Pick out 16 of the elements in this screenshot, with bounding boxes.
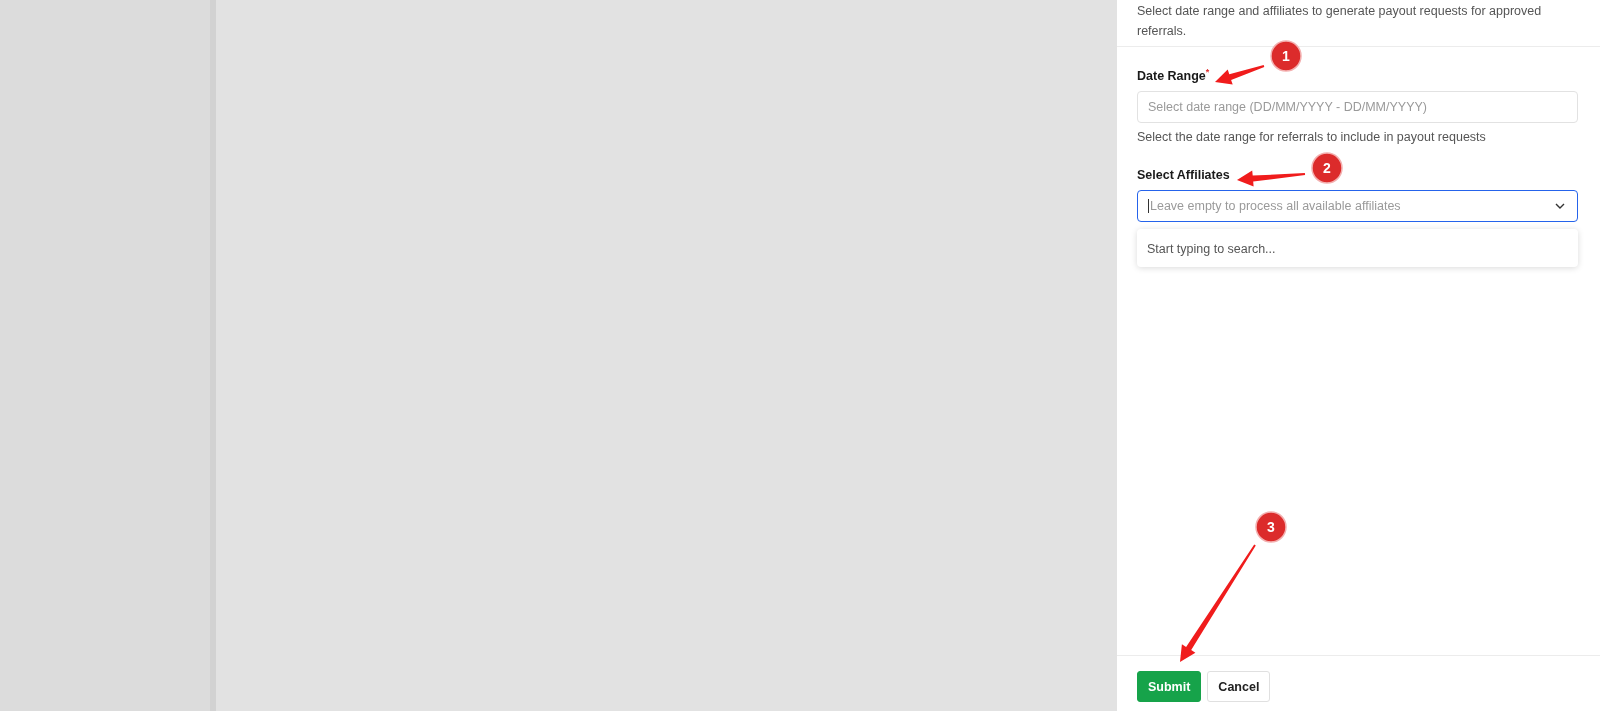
field-label: Date Range$^{*}$ — [1137, 67, 1210, 84]
submit-button[interactable]: Submit — [1137, 671, 1202, 702]
text-cursor-icon — [1148, 199, 1149, 214]
field-label: Select Affiliates — [1137, 168, 1230, 183]
date-range-field[interactable]: Select date range (DD/MM/YYYY - DD/MM/YYYY) — [1137, 91, 1578, 124]
cancel-button[interactable]: Cancel — [1207, 671, 1271, 702]
numbered-marker: 1 — [1270, 40, 1302, 72]
chevron-down-icon — [1555, 203, 1565, 210]
numbered-marker: 3 — [1255, 511, 1287, 543]
affiliate-select-field[interactable]: Leave empty to process all available affiliates — [1137, 190, 1578, 223]
help-text: Select the date range for referrals to include in payout requests — [1137, 130, 1486, 145]
annotation-arrow — [1215, 65, 1265, 85]
numbered-marker: 2 — [1311, 152, 1343, 184]
dropdown-message: Start typing to search... — [1147, 242, 1276, 257]
panel-description: Select date range and affiliates to generate payout requests for approved referrals. — [1137, 3, 1543, 40]
annotation-arrow — [1237, 170, 1306, 187]
